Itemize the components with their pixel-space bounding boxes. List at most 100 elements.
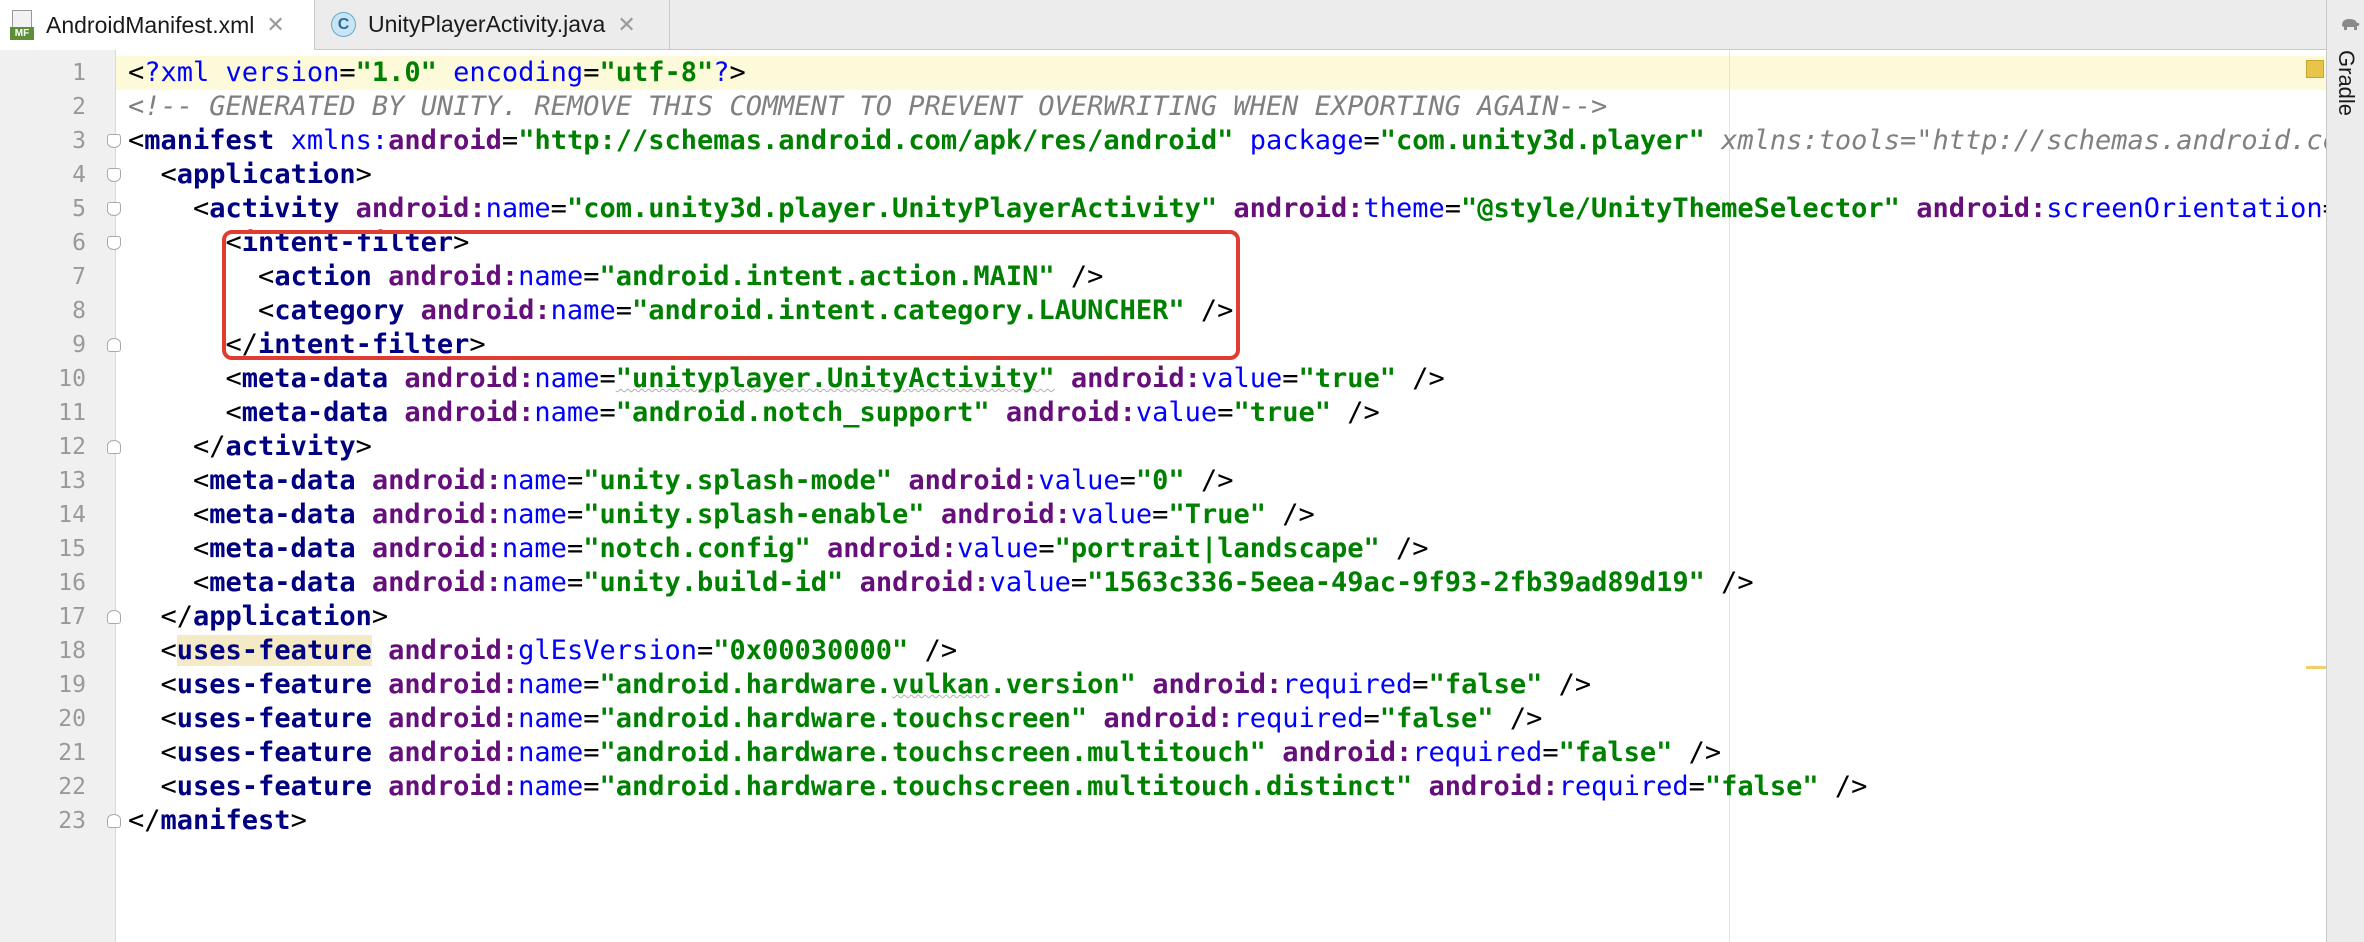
code-token: "false" (1428, 669, 1543, 700)
fold-expand-icon[interactable] (107, 202, 121, 216)
code-line[interactable]: <uses-feature android:name="android.hard… (128, 668, 1592, 702)
code-token: xmlns:tools="http://schemas.android.com/ (1721, 125, 2326, 156)
warning-stripe-marker[interactable] (2306, 666, 2326, 669)
code-token: < (128, 635, 177, 666)
code-token: = (1363, 125, 1380, 156)
code-token: android: (355, 193, 486, 224)
code-line[interactable]: <uses-feature android:glEsVersion="0x000… (128, 634, 957, 668)
code-token: = (550, 193, 567, 224)
code-token: "unityplayer.UnityActivity" (615, 363, 1055, 394)
code-token: < (128, 737, 177, 768)
code-token: android: (404, 397, 535, 428)
code-token: android: (1152, 669, 1283, 700)
tab-label: AndroidManifest.xml (46, 11, 255, 38)
code-line[interactable]: <meta-data android:name="unity.splash-mo… (128, 464, 1233, 498)
code-token: = (1282, 363, 1299, 394)
right-tool-strip: Gradle (2326, 0, 2364, 942)
code-token: > (729, 57, 746, 88)
fold-end-icon[interactable] (107, 610, 121, 624)
code-line[interactable]: </activity> (128, 430, 372, 464)
code-token: "notch.config" (583, 533, 811, 564)
code-token: = (1152, 499, 1169, 530)
code-token: "http://schemas.android.com/apk/res/andr… (518, 125, 1234, 156)
code-token: = (501, 125, 519, 156)
line-number-gutter[interactable]: 1 2 3 4 5 6 7 8 9 10 11 12 13 14 15 16 17 18 19 20 21 22 23 (0, 50, 116, 942)
gradle-panel-label[interactable]: Gradle (2331, 50, 2361, 130)
code-token: value (1038, 465, 1120, 496)
code-token: manifest (160, 805, 291, 836)
fold-end-icon[interactable] (107, 440, 121, 454)
line-number: 17 (58, 604, 86, 630)
code-line[interactable]: <activity android:name="com.unity3d.play… (128, 192, 2326, 226)
close-icon[interactable]: ✕ (266, 12, 284, 38)
code-line[interactable]: <uses-feature android:name="android.hard… (128, 702, 1543, 736)
code-token: /> (908, 635, 958, 666)
code-token: "android.notch_support" (615, 397, 990, 428)
close-icon[interactable]: ✕ (617, 12, 635, 38)
line-number: 9 (72, 332, 86, 358)
code-token: "false" (1558, 737, 1673, 768)
code-line[interactable]: </application> (128, 600, 389, 634)
code-token: = (583, 771, 600, 802)
code-token: "false" (1379, 703, 1494, 734)
code-token: = (599, 363, 616, 394)
tab-android-manifest[interactable]: MF AndroidManifest.xml ✕ (0, 0, 315, 50)
code-token: name (501, 567, 567, 598)
code-token: meta-data (241, 363, 389, 394)
line-number: 19 (58, 672, 86, 698)
code-token: = (1363, 703, 1380, 734)
code-token: android: (859, 567, 990, 598)
code-token: glEsVersion (518, 635, 697, 666)
code-line[interactable]: <meta-data android:name="unity.build-id"… (128, 566, 1754, 600)
code-line[interactable]: <uses-feature android:name="android.hard… (128, 770, 1868, 804)
code-line[interactable]: </manifest> (128, 804, 307, 838)
code-token: > (355, 431, 372, 462)
fold-expand-icon[interactable] (107, 236, 121, 250)
code-line[interactable]: <meta-data android:name="unityplayer.Uni… (128, 362, 1445, 396)
code-token: /> (1704, 567, 1754, 598)
fold-expand-icon[interactable] (107, 168, 121, 182)
code-line[interactable]: <meta-data android:name="unity.splash-en… (128, 498, 1315, 532)
code-line[interactable]: <uses-feature android:name="android.hard… (128, 736, 1722, 770)
code-line[interactable]: <manifest xmlns:android="http://schemas.… (128, 124, 2326, 158)
code-token: android: (1428, 771, 1559, 802)
fold-end-icon[interactable] (107, 814, 121, 828)
code-line[interactable]: <?xml version="1.0" encoding="utf-8"?> (128, 56, 746, 90)
tab-unity-player-activity[interactable]: C UnityPlayerActivity.java ✕ (315, 0, 670, 49)
gradle-icon[interactable] (2339, 12, 2361, 34)
fold-end-icon[interactable] (107, 338, 121, 352)
code-token: = (339, 57, 356, 88)
code-token: = (1542, 737, 1559, 768)
code-line[interactable]: <!-- GENERATED BY UNITY. REMOVE THIS COM… (128, 90, 1607, 124)
code-token: < (128, 125, 145, 156)
code-token: /> (1818, 771, 1868, 802)
code-token: = (1688, 771, 1705, 802)
fold-expand-icon[interactable] (107, 134, 121, 148)
inspection-status-marker[interactable] (2306, 60, 2324, 78)
code-line[interactable]: <application> (128, 158, 372, 192)
line-number: 1 (72, 60, 86, 86)
code-token: < (128, 669, 177, 700)
code-line[interactable]: <meta-data android:name="notch.config" a… (128, 532, 1429, 566)
code-line[interactable]: <meta-data android:name="android.notch_s… (128, 396, 1380, 430)
code-token: = (1119, 465, 1136, 496)
code-token: < (128, 57, 145, 88)
code-token: = (1038, 533, 1055, 564)
code-token: </ (128, 601, 194, 632)
line-number: 14 (58, 502, 86, 528)
code-editor[interactable]: 1 2 3 4 5 6 7 8 9 10 11 12 13 14 15 16 17 18 19 20 21 22 23 <?… (0, 50, 2326, 942)
code-token: "true" (1233, 397, 1331, 428)
code-token: xmlns: (290, 125, 389, 156)
code-token: = (583, 737, 600, 768)
code-token: name (518, 703, 584, 734)
code-token: < (128, 465, 210, 496)
code-token: "utf-8" (599, 57, 714, 88)
code-token: manifest (144, 125, 275, 156)
